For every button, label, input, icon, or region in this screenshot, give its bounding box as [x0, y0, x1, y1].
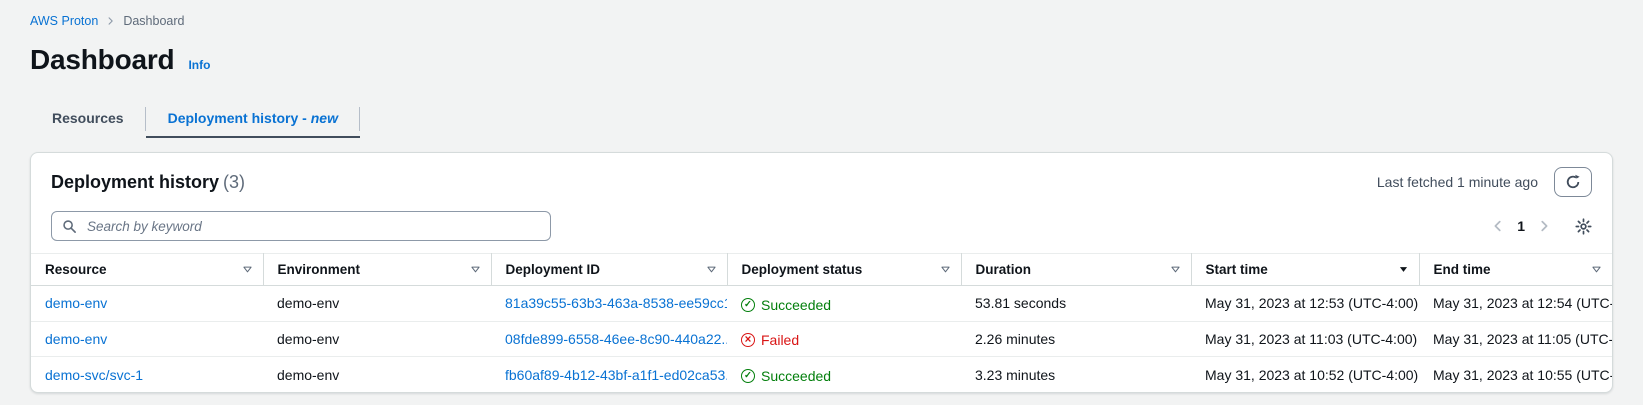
start-time-cell: May 31, 2023 at 10:52 (UTC-4:00) [1205, 367, 1418, 383]
column-label: Environment [278, 262, 361, 277]
status-label: Failed [761, 332, 799, 348]
panel-title: Deployment history(3) [51, 172, 245, 193]
aws-proton-dashboard-page: AWS Proton Dashboard Dashboard Info Reso… [0, 0, 1643, 405]
refresh-icon [1565, 174, 1581, 190]
status-badge: Succeeded [741, 368, 831, 384]
column-label: End time [1434, 262, 1491, 277]
column-label: Deployment status [742, 262, 863, 277]
column-label: Resource [45, 262, 107, 277]
end-time-cell: May 31, 2023 at 10:55 (UTC-4:... [1433, 367, 1612, 383]
gear-icon [1575, 218, 1592, 235]
filter-icon [940, 264, 951, 275]
breadcrumb-dashboard: Dashboard [123, 14, 184, 28]
duration-cell: 2.26 minutes [975, 331, 1055, 347]
tab-resources-label: Resources [52, 110, 124, 126]
start-time-cell: May 31, 2023 at 12:53 (UTC-4:00) [1205, 295, 1418, 311]
search-box [51, 211, 551, 241]
breadcrumb-separator-icon [106, 16, 115, 26]
filter-icon [1591, 264, 1602, 275]
tabs: Resources Deployment history - new [30, 100, 1613, 138]
breadcrumb: AWS Proton Dashboard [30, 14, 1613, 28]
column-header-deployment-status[interactable]: Deployment status [727, 254, 961, 286]
panel-title-text: Deployment history [51, 172, 219, 192]
previous-page-button[interactable] [1489, 217, 1507, 235]
page-header: Dashboard Info [30, 44, 1613, 76]
column-header-deployment-id[interactable]: Deployment ID [491, 254, 727, 286]
preferences-button[interactable] [1575, 218, 1592, 235]
status-badge: Succeeded [741, 297, 831, 313]
tab-resources[interactable]: Resources [30, 100, 146, 138]
page-title: Dashboard [30, 44, 174, 76]
table-row: demo-env demo-env 08fde899-6558-46ee-8c9… [31, 321, 1612, 357]
tab-deployment-history[interactable]: Deployment history - new [146, 100, 360, 138]
column-header-resource[interactable]: Resource [31, 254, 263, 286]
status-label: Succeeded [761, 297, 831, 313]
deployment-history-table: Resource Environment Deployment ID [31, 253, 1612, 392]
filter-icon [242, 264, 253, 275]
table-toolbar: 1 [31, 207, 1612, 253]
next-page-button[interactable] [1535, 217, 1553, 235]
tab-new-badge: new [311, 110, 338, 126]
column-label: Duration [976, 262, 1032, 277]
environment-cell: demo-env [277, 331, 339, 347]
status-label: Succeeded [761, 368, 831, 384]
duration-cell: 3.23 minutes [975, 367, 1055, 383]
column-label: Start time [1206, 262, 1268, 277]
page-number[interactable]: 1 [1517, 218, 1525, 234]
search-icon [62, 219, 77, 234]
chevron-left-icon [1491, 219, 1505, 233]
duration-cell: 53.81 seconds [975, 295, 1066, 311]
status-badge: Failed [741, 332, 799, 348]
pagination: 1 [1489, 217, 1592, 235]
status-error-icon [741, 333, 755, 347]
column-header-duration[interactable]: Duration [961, 254, 1191, 286]
end-time-cell: May 31, 2023 at 12:54 (UTC-4:... [1433, 295, 1612, 311]
table-header-row: Resource Environment Deployment ID [31, 254, 1612, 286]
deployment-id-link[interactable]: 08fde899-6558-46ee-8c90-440a22... [505, 331, 727, 347]
end-time-cell: May 31, 2023 at 11:05 (UTC-4:... [1433, 331, 1612, 347]
chevron-right-icon [1537, 219, 1551, 233]
column-label: Deployment ID [506, 262, 601, 277]
status-success-icon [741, 369, 755, 383]
panel-header: Deployment history(3) Last fetched 1 min… [31, 153, 1612, 207]
panel-count: (3) [223, 172, 245, 192]
filter-icon [706, 264, 717, 275]
last-fetched-text: Last fetched 1 minute ago [1377, 174, 1538, 190]
sort-descending-icon [1398, 264, 1409, 275]
status-success-icon [741, 298, 755, 312]
environment-cell: demo-env [277, 295, 339, 311]
resource-link[interactable]: demo-env [45, 331, 107, 347]
filter-icon [1170, 264, 1181, 275]
info-link[interactable]: Info [188, 58, 210, 72]
resource-link[interactable]: demo-env [45, 295, 107, 311]
resource-link[interactable]: demo-svc/svc-1 [45, 367, 143, 383]
column-header-start-time[interactable]: Start time [1191, 254, 1419, 286]
column-header-environment[interactable]: Environment [263, 254, 491, 286]
environment-cell: demo-env [277, 367, 339, 383]
column-header-end-time[interactable]: End time [1419, 254, 1612, 286]
deployment-history-panel: Deployment history(3) Last fetched 1 min… [30, 152, 1613, 393]
search-input[interactable] [85, 218, 540, 235]
table-row: demo-svc/svc-1 demo-env fb60af89-4b12-43… [31, 357, 1612, 392]
deployment-id-link[interactable]: fb60af89-4b12-43bf-a1f1-ed02ca53... [505, 367, 727, 383]
table-row: demo-env demo-env 81a39c55-63b3-463a-853… [31, 286, 1612, 322]
breadcrumb-aws-proton[interactable]: AWS Proton [30, 14, 98, 28]
tab-deployment-history-label: Deployment history - [168, 110, 311, 126]
deployment-id-link[interactable]: 81a39c55-63b3-463a-8538-ee59cc1... [505, 295, 727, 311]
refresh-button[interactable] [1554, 167, 1592, 197]
start-time-cell: May 31, 2023 at 11:03 (UTC-4:00) [1205, 331, 1417, 347]
filter-icon [470, 264, 481, 275]
